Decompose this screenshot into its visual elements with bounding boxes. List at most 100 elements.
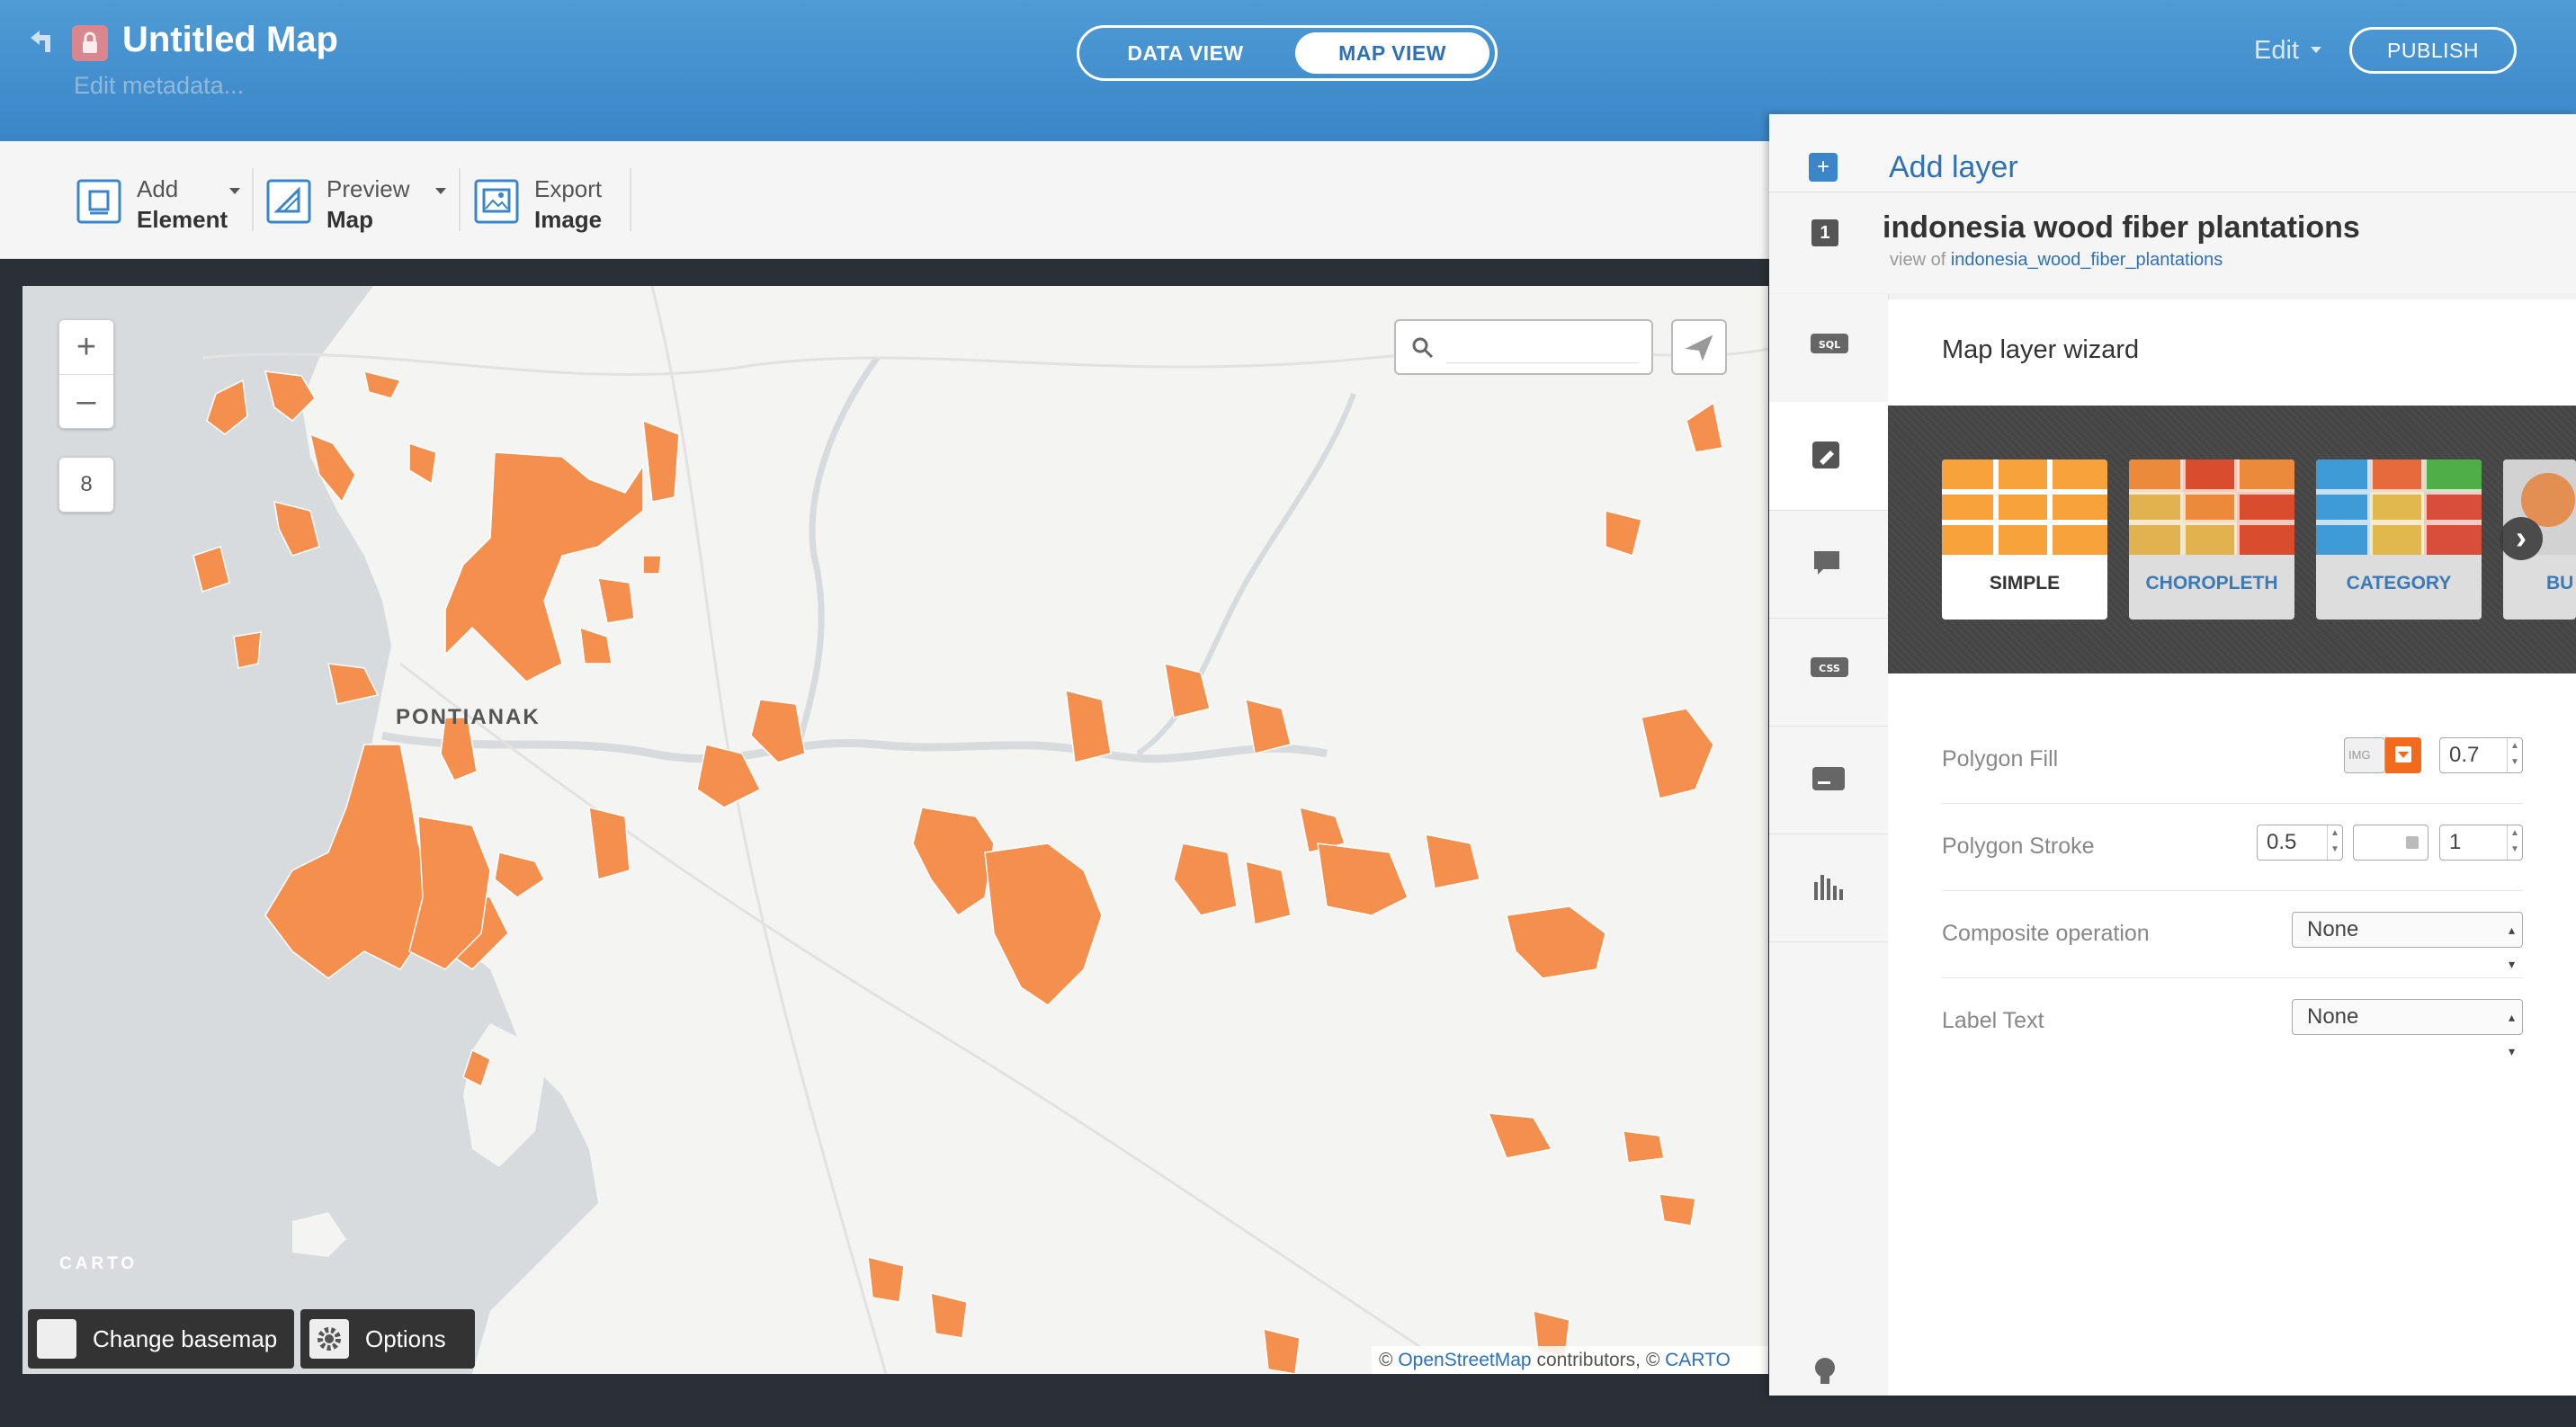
stepper-icon[interactable]: ▲ ▼	[2327, 825, 2342, 860]
wizard-type-simple[interactable]: SIMPLE	[1942, 459, 2107, 620]
publish-button[interactable]: PUBLISH	[2349, 27, 2517, 74]
sidebar-item-legend[interactable]	[1769, 726, 1888, 834]
stroke-opacity-input[interactable]: 1 ▲ ▼	[2439, 825, 2523, 861]
label-text-label: Label Text	[1942, 1008, 2044, 1033]
change-basemap-label: Change basemap	[93, 1325, 278, 1352]
basemap-icon	[37, 1319, 76, 1359]
zoom-in-button[interactable]: +	[59, 320, 113, 375]
gear-icon	[309, 1319, 349, 1359]
export-image-line1: Export	[534, 175, 603, 202]
plantation-polygon	[642, 555, 662, 575]
simple-thumbnail	[1942, 459, 2107, 555]
city-label: PONTIANAK	[396, 705, 541, 729]
label-text-row: Label Text None ▴ ▾	[1942, 977, 2523, 1065]
view-of-label: view of	[1890, 250, 1946, 270]
wizard-type-carousel: SIMPLE CHOROPLETH CATEGORY BU ›	[1888, 406, 2576, 781]
map-title[interactable]: Untitled Map	[122, 20, 338, 60]
composite-operation-value: None	[2307, 917, 2359, 941]
chevron-down-icon[interactable]	[435, 188, 446, 194]
wizard-type-category[interactable]: CATEGORY	[2316, 459, 2482, 620]
svg-text:SQL: SQL	[1819, 339, 1840, 351]
wizard-type-choropleth[interactable]: CHOROPLETH	[2129, 459, 2294, 620]
zoom-level: 8	[58, 457, 114, 513]
layer-panel: + Add layer 1 indonesia wood fiber plant…	[1769, 114, 2576, 1396]
simple-label: SIMPLE	[1989, 573, 2061, 593]
attribution-prefix: ©	[1379, 1350, 1393, 1370]
add-element-button[interactable]: Add Element	[76, 168, 256, 233]
carto-logo: CARTO	[59, 1254, 139, 1273]
view-toggle: DATA VIEW MAP VIEW	[1077, 25, 1498, 81]
wizard-brush-icon	[1812, 441, 1839, 468]
add-layer-row[interactable]: + Add layer	[1769, 114, 2576, 192]
share-location-button[interactable]	[1671, 319, 1727, 375]
category-thumbnail	[2316, 459, 2482, 555]
tab-map-view[interactable]: MAP VIEW	[1295, 32, 1489, 74]
polygon-stroke-label: Polygon Stroke	[1942, 834, 2095, 859]
plus-icon: +	[1809, 153, 1838, 182]
add-element-line1: Add	[137, 175, 179, 202]
chevron-down-icon[interactable]	[229, 188, 240, 194]
category-label: CATEGORY	[2346, 573, 2452, 593]
export-image-icon	[474, 179, 519, 224]
sql-icon: SQL	[1811, 334, 1848, 353]
chevron-right-icon[interactable]: ›	[2500, 517, 2543, 560]
select-arrows-icon: ▴ ▾	[2508, 1010, 2515, 1058]
plantation-polygon	[233, 631, 262, 669]
label-text-select[interactable]: None ▴ ▾	[2292, 999, 2523, 1058]
fill-opacity-value: 0.7	[2449, 743, 2480, 767]
sidebar-item-css[interactable]: CSS	[1769, 618, 1888, 727]
toolbar-divider	[630, 168, 631, 231]
map-toolbar: Add Element Preview Map Export Image	[0, 141, 1770, 259]
composite-operation-select[interactable]: None ▴ ▾	[2292, 912, 2523, 971]
stepper-icon[interactable]: ▲ ▼	[2507, 738, 2522, 772]
svg-text:CSS: CSS	[1819, 663, 1840, 674]
chevron-down-icon	[2311, 47, 2321, 53]
map-canvas[interactable]	[22, 286, 1768, 1374]
change-basemap-button[interactable]: Change basemap	[28, 1309, 294, 1369]
back-arrow-icon[interactable]	[25, 27, 56, 58]
map-search-input[interactable]	[1446, 334, 1639, 363]
zoom-control: + –	[58, 319, 114, 429]
sidebar-item-filters[interactable]	[1769, 834, 1888, 942]
select-arrows-icon: ▴ ▾	[2508, 923, 2515, 971]
add-layer-button[interactable]: Add layer	[1889, 150, 2018, 185]
toolbar-divider	[459, 168, 461, 231]
preview-map-button[interactable]: Preview Map	[266, 168, 455, 233]
source-table-link[interactable]: indonesia_wood_fiber_plantations	[1951, 250, 2223, 270]
osm-link[interactable]: OpenStreetMap	[1398, 1350, 1531, 1370]
attribution-mid: contributors, ©	[1536, 1350, 1660, 1370]
zoom-out-button[interactable]: –	[59, 374, 113, 428]
export-image-line2: Image	[534, 206, 603, 233]
tab-data-view[interactable]: DATA VIEW	[1088, 32, 1283, 74]
preview-map-icon	[266, 179, 311, 224]
stroke-color-picker[interactable]	[2353, 825, 2428, 861]
toolbar-divider	[252, 168, 254, 231]
edit-menu[interactable]: Edit	[2254, 36, 2299, 66]
search-icon	[1412, 337, 1434, 359]
sidebar-item-sql[interactable]: SQL	[1769, 294, 1888, 403]
edit-metadata-link[interactable]: Edit metadata...	[74, 72, 244, 100]
composite-operation-row: Composite operation None ▴ ▾	[1942, 890, 2523, 978]
sidebar-item-wizard[interactable]	[1769, 402, 1888, 511]
map-search-box	[1394, 319, 1653, 375]
layer-source: view of indonesia_wood_fiber_plantations	[1890, 250, 2223, 271]
sidebar-item-help[interactable]	[1769, 1319, 1888, 1427]
label-text-value: None	[2307, 1004, 2359, 1029]
stepper-icon[interactable]: ▲ ▼	[2507, 825, 2522, 860]
add-element-icon	[76, 179, 121, 224]
fill-opacity-input[interactable]: 0.7 ▲ ▼	[2439, 737, 2523, 773]
fill-color-swatch[interactable]	[2385, 737, 2421, 773]
preview-map-line1: Preview	[326, 175, 410, 202]
filters-icon	[1814, 875, 1843, 900]
carto-link[interactable]: CARTO	[1665, 1350, 1731, 1370]
layer-name[interactable]: indonesia wood fiber plantations	[1883, 210, 2360, 245]
map-layer-wizard: Map layer wizard SIMPLE CHOROPLETH CATEG…	[1888, 299, 2576, 1396]
options-button[interactable]: Options	[300, 1309, 475, 1369]
lock-icon[interactable]	[72, 25, 108, 61]
polygon-fill-row: Polygon Fill IMG 0.7 ▲ ▼	[1942, 716, 2523, 804]
layer-header: 1 indonesia wood fiber plantations view …	[1769, 192, 2576, 293]
stroke-width-input[interactable]: 0.5 ▲ ▼	[2257, 825, 2343, 861]
export-image-button[interactable]: Export Image	[474, 168, 627, 233]
sidebar-item-infowindow[interactable]	[1769, 510, 1888, 619]
fill-image-picker[interactable]: IMG	[2344, 737, 2385, 773]
